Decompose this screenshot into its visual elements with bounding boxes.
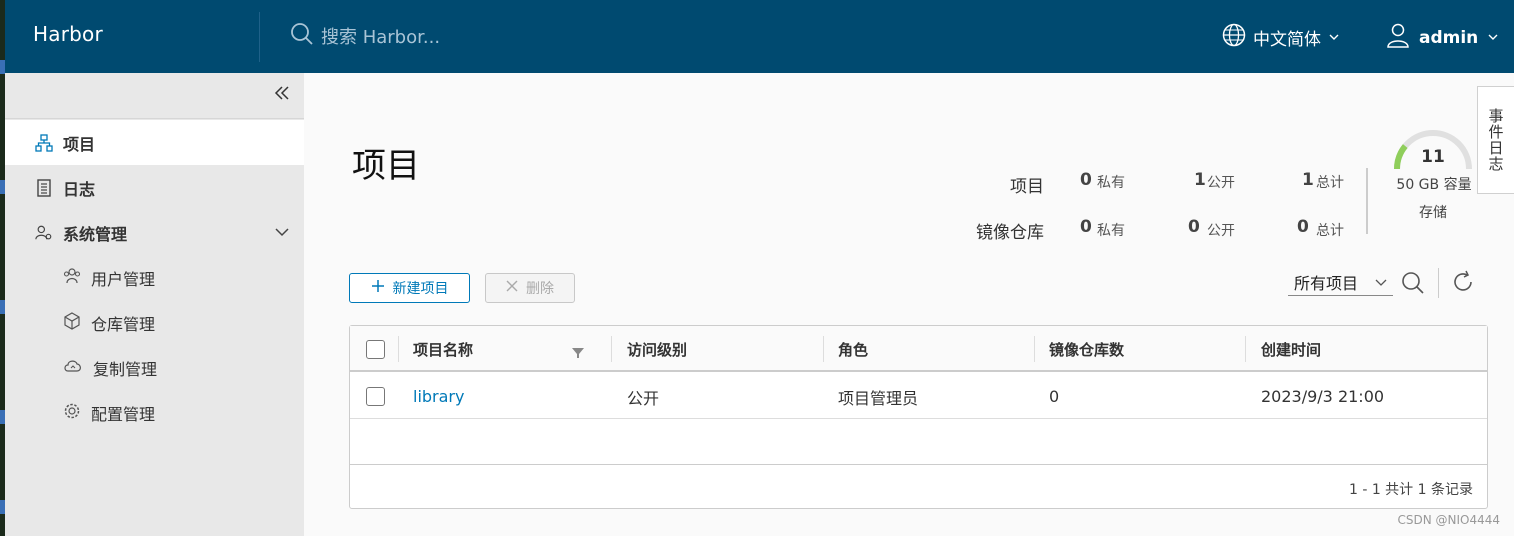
sidebar-item-registries[interactable]: 仓库管理 <box>5 300 304 345</box>
stat-public-unit: 公开 <box>1207 223 1235 239</box>
admin-icon <box>35 224 53 242</box>
sidebar-sub-label: 仓库管理 <box>91 314 156 334</box>
sidebar-sub-label: 复制管理 <box>93 359 158 379</box>
table-header: 项目名称 访问级别 角色 镜像仓库数 创建时间 <box>350 326 1487 372</box>
users-icon <box>63 267 81 289</box>
chevron-down-icon <box>1488 31 1498 44</box>
sidebar-item-logs[interactable]: 日志 <box>5 165 304 210</box>
column-header-name[interactable]: 项目名称 <box>413 326 473 372</box>
plus-icon <box>371 279 385 297</box>
stat-total-unit: 总计 <box>1316 175 1344 191</box>
gear-icon <box>63 402 81 424</box>
new-project-label: 新建项目 <box>392 281 449 297</box>
toolbar-divider <box>1438 268 1439 298</box>
sidebar-item-administration[interactable]: 系统管理 <box>5 210 304 255</box>
sidebar-item-replications[interactable]: 复制管理 <box>5 345 304 390</box>
stat-repos-label: 镜像仓库 <box>976 223 1044 243</box>
select-all-checkbox[interactable] <box>366 340 385 359</box>
project-icon <box>35 133 53 152</box>
sidebar-item-configuration[interactable]: 配置管理 <box>5 390 304 435</box>
event-log-tab[interactable]: 事件日志 <box>1477 86 1514 194</box>
column-separator <box>611 336 612 362</box>
stat-private-unit: 私有 <box>1097 223 1125 239</box>
column-header-repo-count[interactable]: 镜像仓库数 <box>1049 326 1124 372</box>
event-log-label: 事件日志 <box>1486 108 1505 172</box>
projects-table: 项目名称 访问级别 角色 镜像仓库数 创建时间 library 公开 项目管理员… <box>349 325 1488 509</box>
chevron-down-icon[interactable] <box>274 224 290 244</box>
row-checkbox[interactable] <box>366 387 385 406</box>
box-icon <box>63 311 81 334</box>
table-footer: 1 - 1 共计 1 条记录 <box>350 464 1487 508</box>
stat-repos-total: 0 <box>1297 217 1309 237</box>
search-icon <box>289 21 315 52</box>
stat-projects-total: 1 <box>1302 170 1314 190</box>
cell-access: 公开 <box>627 388 660 408</box>
sidebar-item-projects[interactable]: 项目 <box>5 120 304 165</box>
sidebar-collapse-row <box>5 73 304 119</box>
table-row: library 公开 项目管理员 0 2023/9/3 21:00 <box>350 374 1487 419</box>
cell-role: 项目管理员 <box>838 388 919 408</box>
new-project-button[interactable]: 新建项目 <box>349 273 470 303</box>
header-divider <box>259 12 260 62</box>
sidebar-item-label: 日志 <box>63 179 96 199</box>
column-header-access[interactable]: 访问级别 <box>627 326 687 372</box>
delete-button[interactable]: 删除 <box>485 273 575 303</box>
filter-value: 所有项目 <box>1294 273 1359 293</box>
sidebar-item-label: 项目 <box>63 134 96 154</box>
log-icon <box>35 178 53 197</box>
sidebar: 项目 日志 系统管理 用户管理 仓库管理 复制管理 配置管理 <box>5 73 304 536</box>
cell-created: 2023/9/3 21:00 <box>1261 387 1385 406</box>
filter-icon[interactable] <box>572 344 584 363</box>
storage-value: 11 <box>1421 147 1445 167</box>
chevron-down-icon <box>1329 31 1339 44</box>
storage-label: 存储 <box>1419 205 1447 221</box>
column-header-created[interactable]: 创建时间 <box>1261 326 1321 372</box>
project-name-link[interactable]: library <box>413 374 464 419</box>
language-label: 中文简体 <box>1253 30 1321 50</box>
globe-icon <box>1221 22 1247 53</box>
search-icon[interactable] <box>1400 270 1426 300</box>
search-placeholder[interactable]: 搜索 Harbor... <box>321 23 440 49</box>
storage-capacity: 50 GB 容量 <box>1396 177 1472 193</box>
global-search[interactable]: 搜索 Harbor... <box>289 22 440 50</box>
watermark: CSDN @NIO4444 <box>1397 513 1500 527</box>
pagination-summary: 1 - 1 共计 1 条记录 <box>1348 482 1473 498</box>
project-filter-select[interactable]: 所有项目 <box>1288 268 1393 296</box>
sidebar-sub-label: 用户管理 <box>91 269 156 289</box>
sidebar-item-users[interactable]: 用户管理 <box>5 255 304 300</box>
column-separator <box>1034 336 1035 362</box>
close-icon <box>506 280 518 296</box>
collapse-sidebar-icon[interactable] <box>273 83 291 108</box>
cell-repo-count: 0 <box>1049 387 1060 406</box>
stat-repos-public: 0 <box>1188 217 1200 237</box>
column-separator <box>1245 336 1246 362</box>
brand-title[interactable]: Harbor <box>33 22 103 46</box>
delete-label: 删除 <box>526 281 554 297</box>
chevron-down-icon <box>1375 272 1387 291</box>
sidebar-sub-label: 配置管理 <box>91 404 156 424</box>
top-header: Harbor 搜索 Harbor... 中文简体 admin <box>5 0 1514 73</box>
user-menu[interactable]: admin <box>1385 22 1498 53</box>
column-separator <box>398 336 399 362</box>
stats-divider <box>1366 168 1368 234</box>
harbor-app: Harbor 搜索 Harbor... 中文简体 admin 项目 日志 系统管… <box>0 0 1514 536</box>
stat-projects-public: 1 <box>1194 170 1206 190</box>
cloud-icon <box>63 357 83 379</box>
page-title: 项目 <box>352 146 420 186</box>
storage-gauge <box>1394 130 1472 170</box>
stat-private-unit: 私有 <box>1097 175 1125 191</box>
stat-repos-private: 0 <box>1080 217 1092 237</box>
language-selector[interactable]: 中文简体 <box>1221 22 1339 53</box>
stat-projects-private: 0 <box>1080 170 1092 190</box>
sidebar-item-label: 系统管理 <box>63 224 128 244</box>
column-header-role[interactable]: 角色 <box>838 326 868 372</box>
column-separator <box>823 336 824 362</box>
stat-public-unit: 公开 <box>1207 175 1235 191</box>
stat-projects-label: 项目 <box>1010 177 1044 197</box>
username: admin <box>1419 27 1479 48</box>
user-icon <box>1385 22 1411 53</box>
refresh-icon[interactable] <box>1451 270 1475 298</box>
stat-total-unit: 总计 <box>1316 223 1344 239</box>
